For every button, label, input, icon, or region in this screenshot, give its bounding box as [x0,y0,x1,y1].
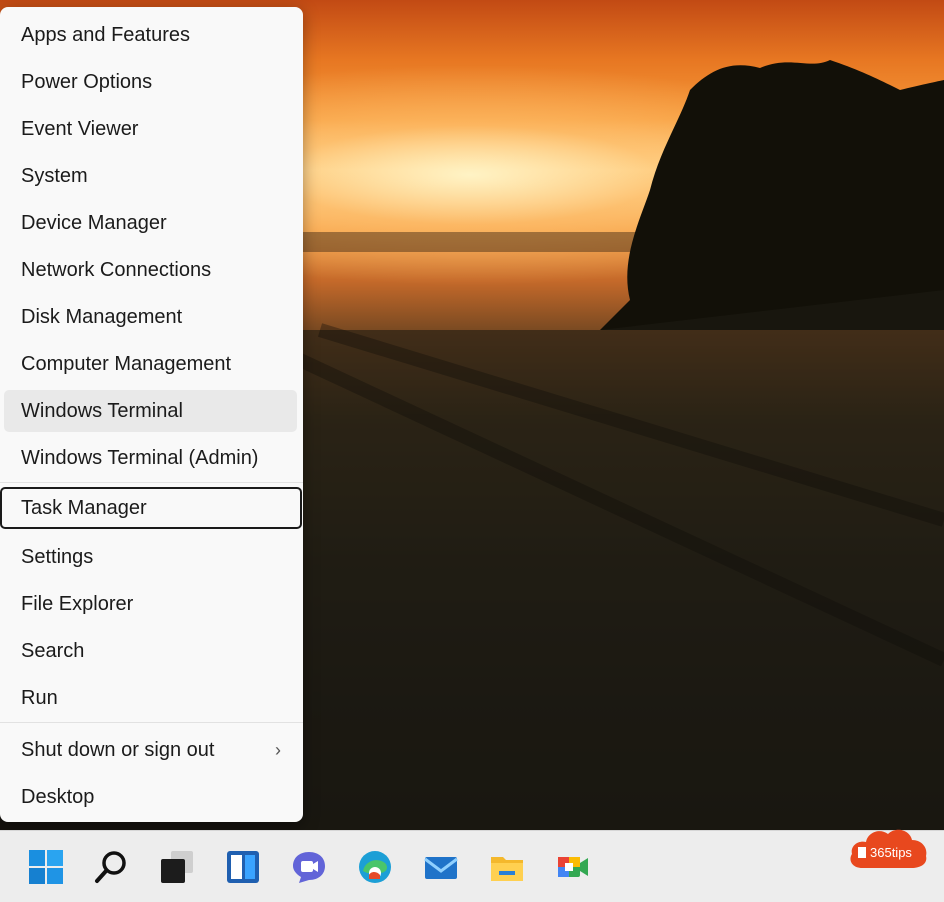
menu-item-event-viewer[interactable]: Event Viewer [4,108,297,150]
menu-item-task-manager[interactable]: Task Manager [0,487,302,529]
menu-item-windows-terminal[interactable]: Windows Terminal [4,390,297,432]
menu-item-disk-management[interactable]: Disk Management [4,296,297,338]
menu-item-file-explorer[interactable]: File Explorer [4,583,297,625]
task-view-icon[interactable] [159,849,195,885]
edge-icon[interactable] [357,849,393,885]
menu-item-label: Shut down or sign out [21,739,215,761]
search-icon[interactable] [93,849,129,885]
menu-item-system[interactable]: System [4,155,297,197]
meet-icon[interactable] [555,849,591,885]
menu-item-device-manager[interactable]: Device Manager [4,202,297,244]
menu-item-windows-terminal-admin[interactable]: Windows Terminal (Admin) [4,437,297,479]
mail-icon[interactable] [423,849,459,885]
menu-separator [0,482,303,483]
teams-chat-icon[interactable] [291,849,327,885]
menu-item-apps-features[interactable]: Apps and Features [4,14,297,56]
menu-item-settings[interactable]: Settings [4,536,297,578]
menu-item-shut-down[interactable]: Shut down or sign out › [4,729,297,771]
chevron-right-icon: › [275,740,281,760]
windows-start-icon[interactable] [28,849,64,885]
menu-item-search[interactable]: Search [4,630,297,672]
menu-item-power-options[interactable]: Power Options [4,61,297,103]
brand-text: 365tips [870,845,912,860]
365tips-logo [850,829,927,868]
file-explorer-icon[interactable] [489,849,525,885]
menu-separator [0,722,303,723]
menu-item-run[interactable]: Run [4,677,297,719]
widgets-icon[interactable] [225,849,261,885]
menu-item-desktop[interactable]: Desktop [4,776,297,818]
menu-item-network-connections[interactable]: Network Connections [4,249,297,291]
taskbar [0,830,944,902]
menu-item-computer-management[interactable]: Computer Management [4,343,297,385]
winx-context-menu: Apps and Features Power Options Event Vi… [0,7,303,822]
